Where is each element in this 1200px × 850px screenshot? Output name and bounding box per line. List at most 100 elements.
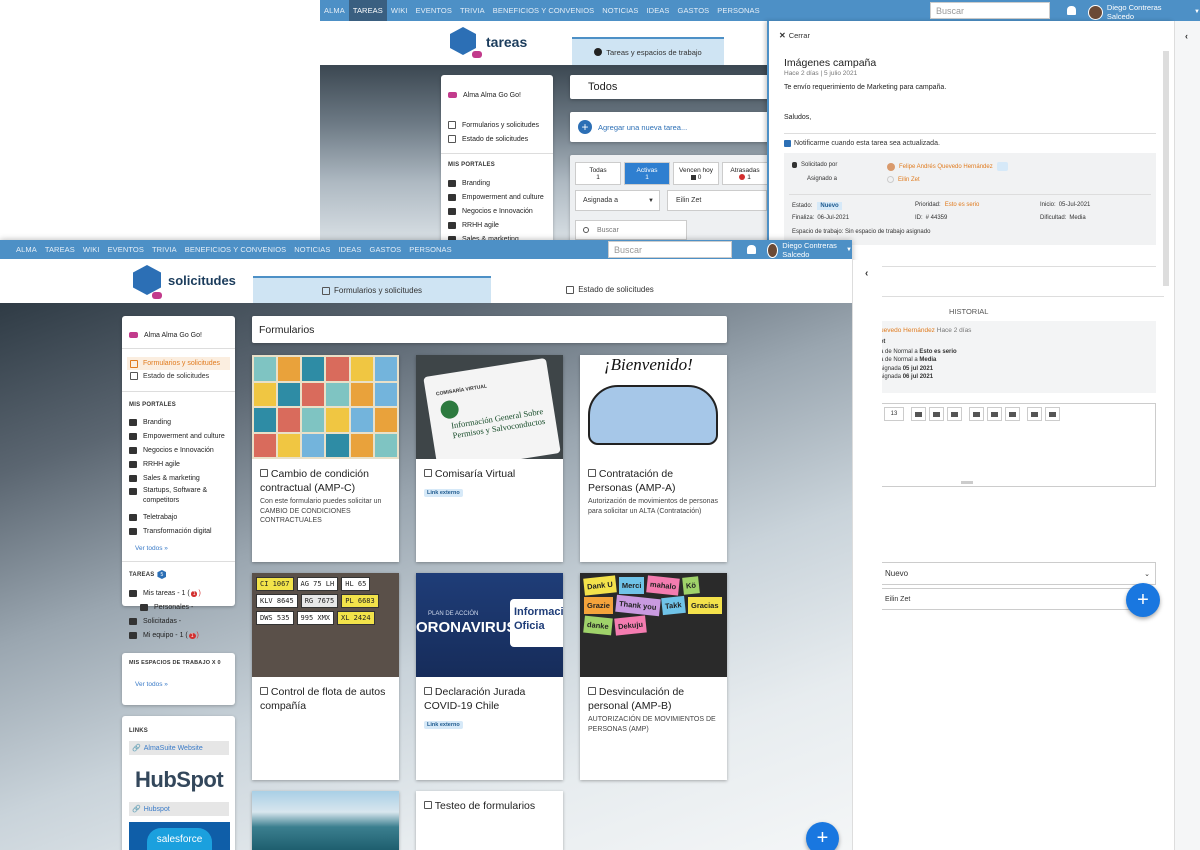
nav-item-tareas[interactable]: TAREAS [41,240,79,259]
chevron-left-icon[interactable]: ‹ [865,268,868,279]
checkbox-icon [130,372,138,380]
tab-formularios[interactable]: Formularios y solicitudes [253,276,491,303]
chat-icon[interactable] [996,162,1008,171]
form-card[interactable]: Dank U Merci mahalo Kö Grazie Thank you Takk Gr… [580,573,727,780]
form-card[interactable]: ¡Bienvenido! Contratación de Personas (A… [580,355,727,562]
tab-tareas[interactable]: Tareas y espacios de trabajo [572,37,724,65]
nav-item-alma[interactable]: ALMA [12,240,41,259]
search-tasks-input[interactable]: Buscar [575,220,687,240]
profile-link[interactable]: Alma Alma Go Go! [129,328,202,342]
status-tab-todas[interactable]: Todas 1 [575,162,621,185]
nav-item-gastos[interactable]: GASTOS [366,240,406,259]
sidebar-link-estado[interactable]: Estado de solicitudes [130,372,209,380]
form-card[interactable]: Testeo de formularios [416,791,563,850]
sidebar-portal-item[interactable]: Negocios e Innovación [129,443,229,457]
notify-checkbox[interactable]: Notificarme cuando esta tarea sea actual… [784,140,940,147]
resize-handle[interactable] [961,481,973,484]
sidebar-portal-item[interactable]: RRHH agile [448,219,544,233]
form-card[interactable]: COMISARÍA VIRTUAL Información General So… [416,355,563,562]
sidebar-link-formularios[interactable]: Formularios y solicitudes [448,118,539,132]
nav-item-gastos[interactable]: GASTOS [674,0,714,21]
tab-estado[interactable]: Estado de solicitudes [491,276,729,303]
toolbar-video-button[interactable] [1005,407,1020,421]
requester-link[interactable]: Felipe Andrés Quevedo Hernández [887,162,1008,171]
form-card[interactable] [252,791,399,850]
nav-item-alma[interactable]: ALMA [320,0,349,21]
form-card[interactable]: CI 1067 AG 75 LH HL 65 KLV 8645 RG 7675 PL 66… [252,573,399,780]
search-input[interactable]: Buscar [608,241,732,258]
nav-item-trivia[interactable]: TRIVIA [456,0,489,21]
add-fab-button[interactable]: + [1126,583,1160,617]
chevron-left-icon[interactable]: ‹ [1185,31,1188,41]
nav-item-noticias[interactable]: NOTICIAS [290,240,334,259]
nav-item-beneficios-y-convenios[interactable]: BENEFICIOS Y CONVENIOS [489,0,599,21]
sidebar-portal-item[interactable]: Empowerment and culture [129,429,229,443]
sidebar-portal-item[interactable]: RRHH agile [129,458,229,472]
nav-item-personas[interactable]: PERSONAS [713,0,763,21]
toolbar-link-button[interactable] [969,407,984,421]
toolbar-hr-button[interactable] [1027,407,1042,421]
home-icon [448,207,456,215]
toolbar-code-button[interactable] [1045,407,1060,421]
status-tab-vencen-hoy[interactable]: Vencen hoy 0 [673,162,719,185]
search-input[interactable]: Buscar [930,2,1050,19]
add-task-button[interactable]: + Agregar una nueva tarea... [570,112,770,142]
profile-link[interactable]: Alma Alma Go Go! [448,88,521,102]
user-menu[interactable]: Diego Contreras Salcedo ▼ [767,241,852,259]
inicio-row: Inicio: 05-Jul-2021 [1040,202,1090,208]
sidebar-portal-item[interactable]: Empowerment and culture [448,190,544,204]
see-all-workspaces-link[interactable]: Ver todos » [135,681,168,688]
nav-item-wiki[interactable]: WIKI [387,0,412,21]
hubspot-logo[interactable]: HubSpot [135,767,224,793]
nav-item-beneficios-y-convenios[interactable]: BENEFICIOS Y CONVENIOS [181,240,291,259]
nav-item-noticias[interactable]: NOTICIAS [598,0,642,21]
close-button[interactable]: ✕ Cerrar [779,31,810,40]
sidebar-portal-item[interactable]: Startups, Software & competitors [129,486,229,510]
assignee-field[interactable]: Eilin Zet [874,588,1134,610]
notifications-bell-icon[interactable] [1067,6,1076,15]
scrollbar[interactable] [1163,51,1169,286]
assigned-value[interactable]: Eilin Zet [667,190,767,211]
nav-item-ideas[interactable]: IDEAS [335,240,366,259]
assigned-select[interactable]: Asignada a ▼ [575,190,660,211]
sidebar-link-estado[interactable]: Estado de solicitudes [448,132,539,146]
add-fab-button[interactable]: + [806,822,839,850]
task-filter-item[interactable]: Personales - [129,600,232,614]
sidebar-portal-item[interactable]: Branding [129,415,229,429]
almasuite-link[interactable]: 🔗 AlmaSuite Website [129,741,229,755]
sidebar-portal-item[interactable]: Teletrabajo [129,510,229,524]
status-tab-activas[interactable]: Activas 1 [624,162,670,185]
task-filter-item[interactable]: Mis tareas - 1 (1) [129,586,232,600]
task-filter-item[interactable]: Solicitadas - [129,614,232,628]
user-menu[interactable]: Diego Contreras Salcedo ▼ [1088,3,1200,21]
sidebar-portal-item[interactable]: Branding [448,176,544,190]
toolbar-fontsize-button[interactable]: 13 [884,407,904,421]
nav-item-eventos[interactable]: EVENTOS [412,0,456,21]
sidebar-portal-item[interactable]: Negocios e Innovación [448,204,544,218]
nav-item-eventos[interactable]: EVENTOS [104,240,148,259]
status-select[interactable]: Nuevo ⌄ [874,562,1156,585]
toolbar-ol-button[interactable] [929,407,944,421]
form-card[interactable]: Cambio de condición contractual (AMP-C) … [252,355,399,562]
see-all-portals-link[interactable]: Ver todos » [135,545,168,552]
nav-item-tareas[interactable]: TAREAS [348,0,387,21]
notifications-bell-icon[interactable] [747,245,756,254]
salesforce-logo[interactable]: salesforce [129,822,230,850]
toolbar-image-button[interactable] [987,407,1002,421]
sidebar-portal-item[interactable]: Sales & marketing [129,472,229,486]
assignee-link[interactable]: Eilin Zet [887,176,920,183]
form-card[interactable]: PLAN DE ACCIÓN ORONAVIRUS Informació Ofi… [416,573,563,780]
nav-item-personas[interactable]: PERSONAS [405,240,455,259]
hubspot-link[interactable]: 🔗 Hubspot [129,802,229,816]
profile-name: Alma Alma Go Go! [144,331,202,339]
sidebar-link-formularios[interactable]: Formularios y solicitudes [127,357,230,370]
nav-item-trivia[interactable]: TRIVIA [148,240,181,259]
filter-select[interactable]: Todos [570,75,770,99]
sidebar-portal-item[interactable]: Transformación digital [129,524,229,538]
nav-item-wiki[interactable]: WIKI [79,240,104,259]
toolbar-ul-button[interactable] [911,407,926,421]
toolbar-align-button[interactable] [947,407,962,421]
status-tab-atrasadas[interactable]: Atrasadas 1 [722,162,768,185]
nav-item-ideas[interactable]: IDEAS [643,0,674,21]
task-filter-item[interactable]: Mi equipo - 1 (1) [129,629,232,643]
